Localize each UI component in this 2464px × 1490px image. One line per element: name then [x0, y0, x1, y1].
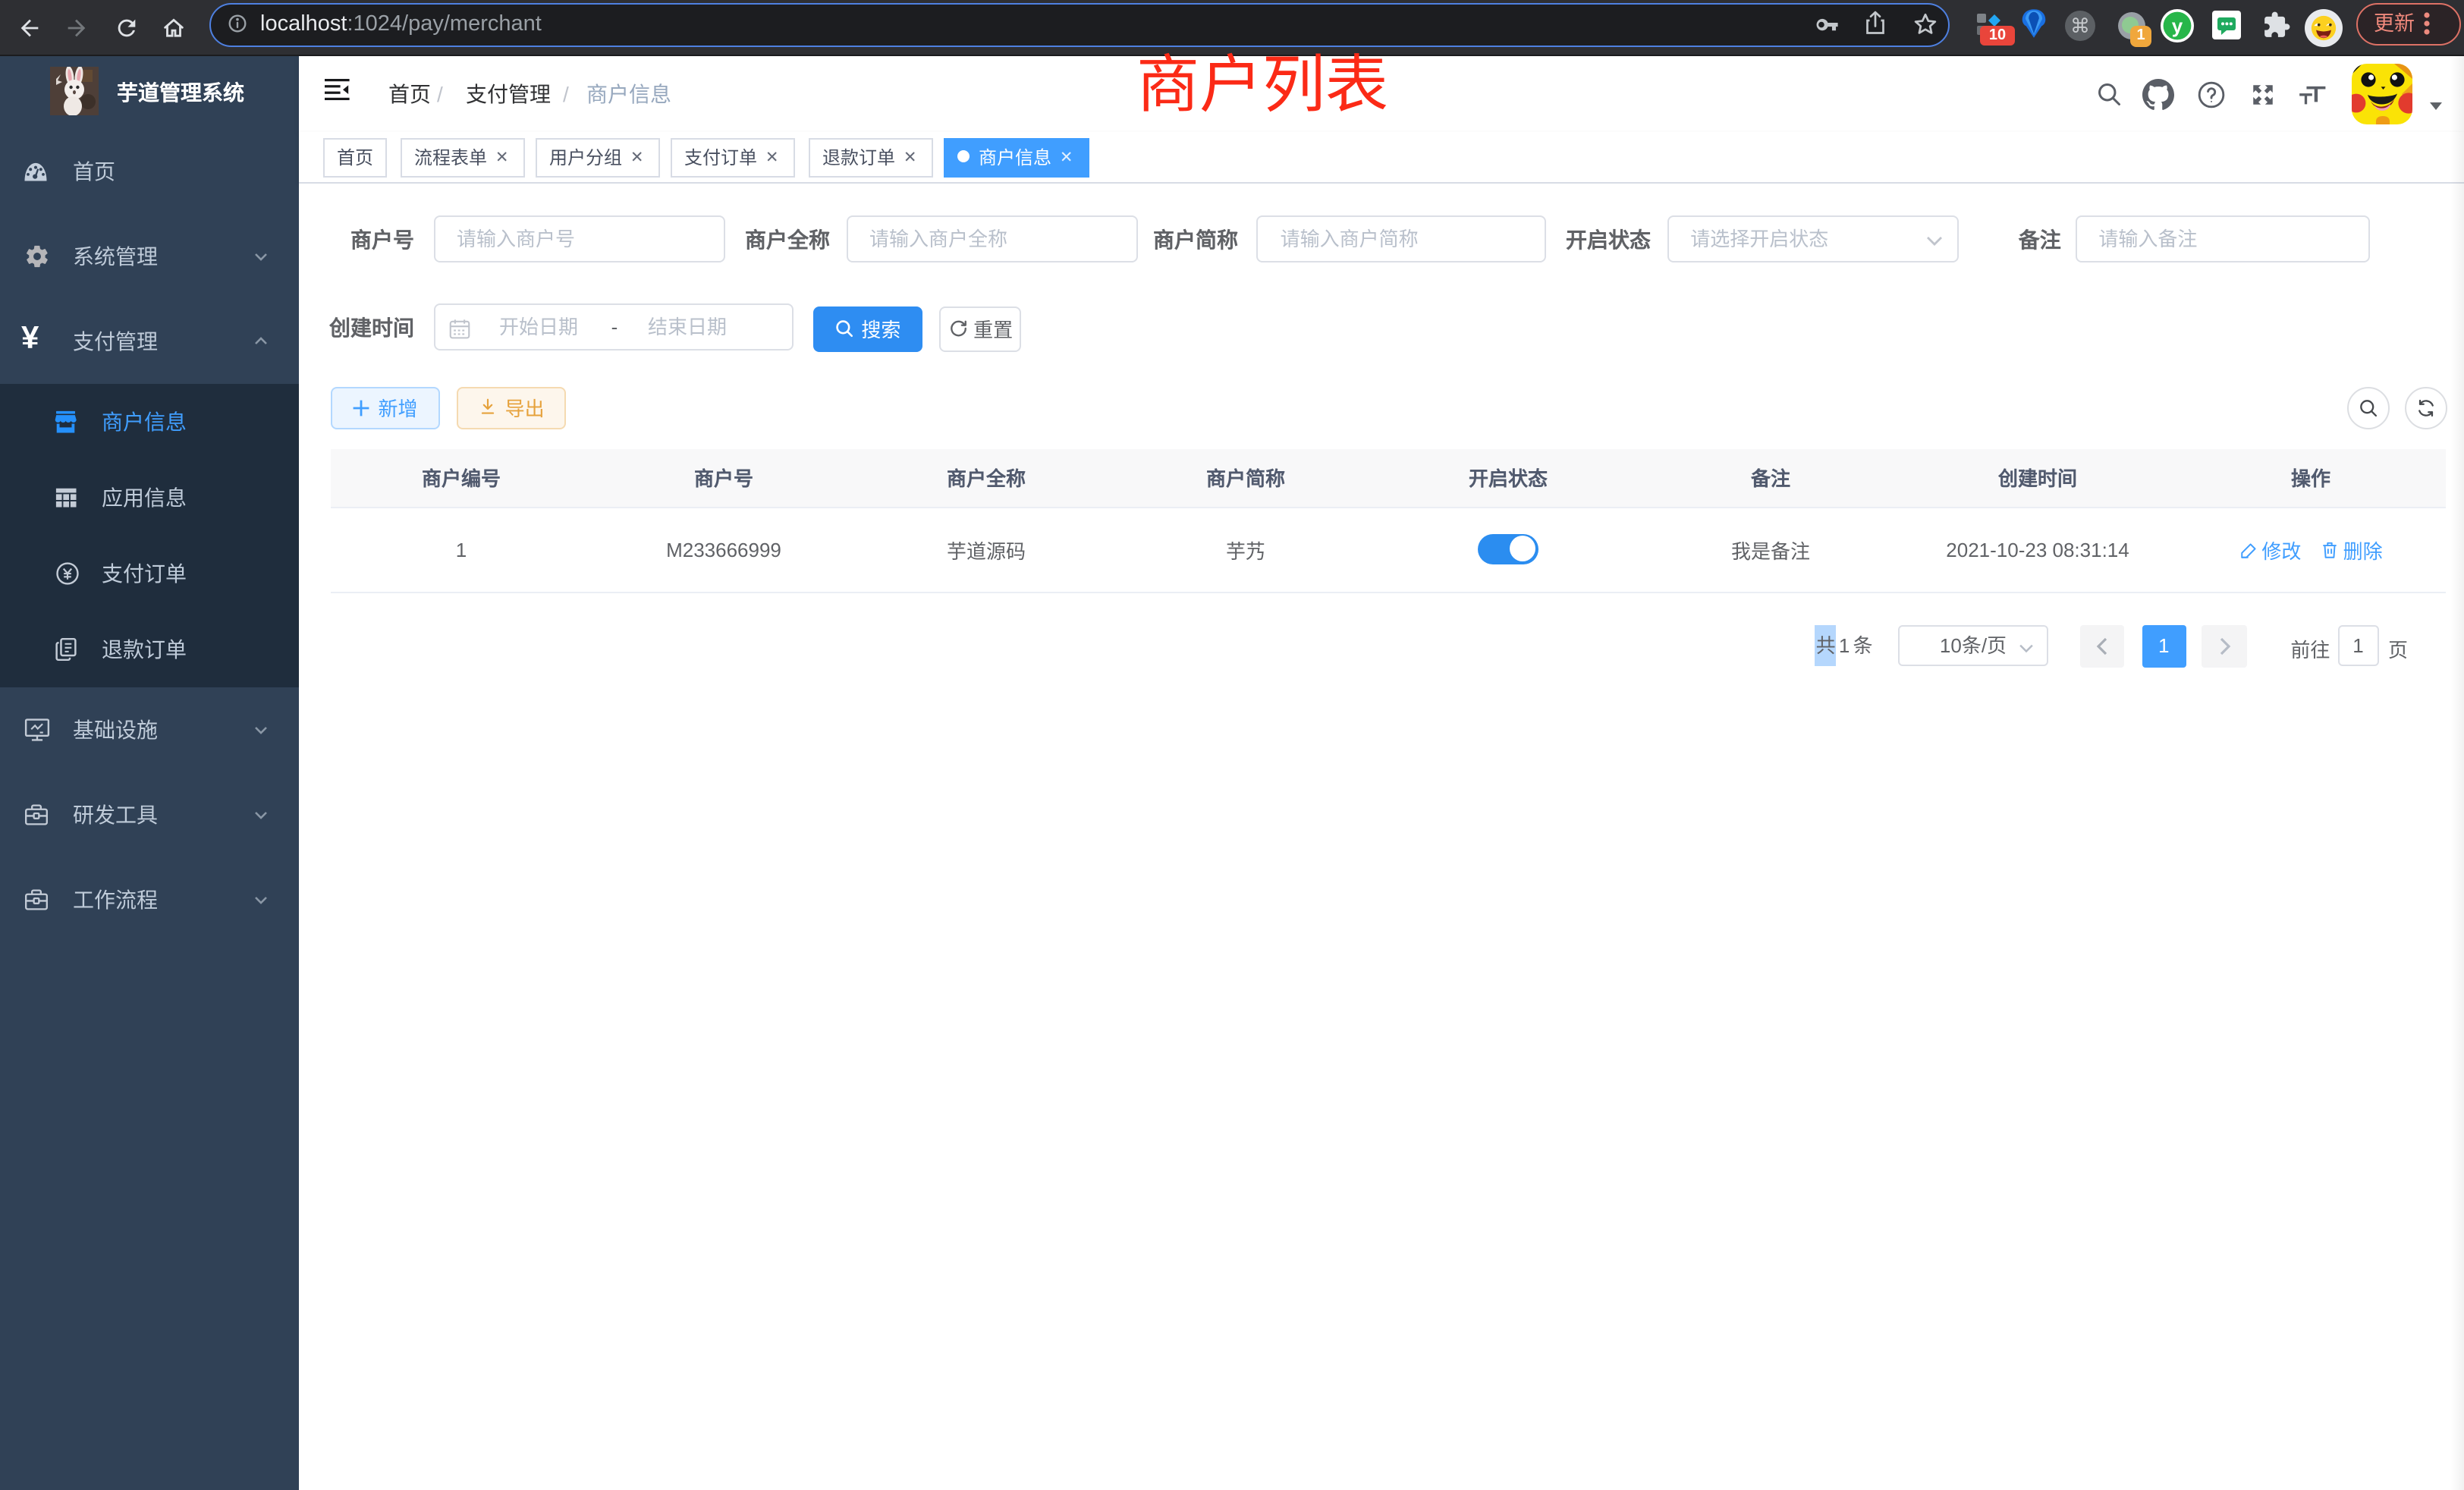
svg-text:⌘: ⌘ [2070, 14, 2090, 37]
svg-text:y: y [2172, 14, 2183, 37]
